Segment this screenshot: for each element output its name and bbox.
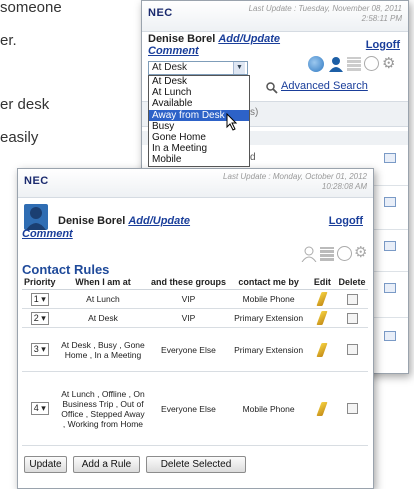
priority-select[interactable]: 4 ▾ bbox=[30, 402, 49, 415]
table-row: 2 ▾ At Desk VIP Primary Extension bbox=[22, 308, 368, 328]
nec-logo: NEC bbox=[24, 175, 49, 187]
delete-checkbox[interactable] bbox=[346, 312, 358, 324]
when-cell: At Lunch , Offline , On Business Trip , … bbox=[57, 371, 149, 446]
contact-cell: Mobile Phone bbox=[228, 289, 309, 309]
add-update-comment-link[interactable]: Add/Update bbox=[218, 33, 280, 45]
priority-select[interactable]: 2 ▾ bbox=[30, 311, 49, 325]
status-option[interactable]: Available bbox=[149, 98, 249, 109]
back-user-header: Denise Borel Add/Update Comment bbox=[148, 33, 280, 57]
logoff-link[interactable]: Logoff bbox=[366, 39, 400, 51]
table-row: 1 ▾ At Lunch VIP Mobile Phone bbox=[22, 289, 368, 309]
last-update-label: Last Update : Monday, October 01, 2012 1… bbox=[223, 172, 367, 192]
user-name: Denise Borel bbox=[58, 215, 126, 227]
priority-select[interactable]: 3 ▾ bbox=[30, 343, 49, 356]
add-rule-button[interactable]: Add a Rule bbox=[73, 456, 140, 473]
pencil-icon[interactable] bbox=[316, 311, 328, 325]
partial-label: s) bbox=[250, 107, 259, 118]
front-window: NEC Last Update : Monday, October 01, 20… bbox=[17, 168, 374, 489]
contact-rules-table: Priority When I am at and these groups c… bbox=[22, 275, 368, 446]
refresh-icon[interactable] bbox=[308, 56, 324, 72]
table-row: 3 ▾ At Desk , Busy , Gone Home , In a Me… bbox=[22, 327, 368, 372]
contact-card-icon[interactable] bbox=[384, 283, 396, 293]
comment-link[interactable]: Comment bbox=[148, 45, 199, 57]
delete-checkbox[interactable] bbox=[346, 344, 358, 355]
priority-value: 1 bbox=[33, 293, 39, 304]
column-header-contact: contact me by bbox=[228, 275, 309, 290]
when-cell: At Desk , Busy , Gone Home , In a Meetin… bbox=[57, 327, 149, 372]
update-button[interactable]: Update bbox=[24, 456, 67, 473]
status-option[interactable]: In a Meeting bbox=[149, 143, 249, 154]
last-update-time: 10:28:08 AM bbox=[321, 182, 367, 191]
avatar bbox=[24, 204, 48, 230]
groups-cell: VIP bbox=[148, 308, 229, 328]
logoff-link[interactable]: Logoff bbox=[329, 215, 363, 227]
search-icon[interactable] bbox=[266, 81, 278, 94]
status-option[interactable]: Mobile bbox=[149, 154, 249, 165]
when-cell: At Desk bbox=[57, 308, 149, 328]
status-select-value: At Desk bbox=[152, 62, 188, 73]
gear-icon[interactable]: ⚙ bbox=[354, 245, 369, 260]
user-icon[interactable] bbox=[328, 56, 344, 72]
last-update-label: Last Update : Tuesday, November 08, 2011… bbox=[249, 4, 402, 24]
last-update-date: Last Update : Monday, October 01, 2012 bbox=[223, 172, 367, 181]
last-update-time: 2:58:11 PM bbox=[361, 14, 402, 23]
groups-cell: VIP bbox=[148, 289, 229, 309]
status-option[interactable]: At Desk bbox=[149, 76, 249, 87]
column-header-priority: Priority bbox=[22, 275, 58, 290]
groups-cell: Everyone Else bbox=[148, 371, 229, 446]
contact-card-icon[interactable] bbox=[384, 331, 396, 341]
priority-select[interactable]: 1 ▾ bbox=[30, 292, 49, 306]
last-update-date: Last Update : Tuesday, November 08, 2011 bbox=[248, 4, 402, 13]
nec-logo: NEC bbox=[148, 7, 173, 19]
user-icon[interactable] bbox=[301, 246, 317, 263]
background-text-3: er desk bbox=[0, 96, 50, 113]
contact-cell: Primary Extension bbox=[228, 308, 309, 328]
column-header-groups: and these groups bbox=[148, 275, 229, 290]
background-text-1: someone bbox=[0, 0, 62, 16]
background-text-4: easily bbox=[0, 129, 39, 146]
add-update-link[interactable]: Add/Update bbox=[128, 215, 190, 227]
delete-checkbox[interactable] bbox=[346, 293, 358, 305]
pencil-icon[interactable] bbox=[316, 292, 328, 306]
advanced-search-link[interactable]: Advanced Search bbox=[281, 80, 368, 92]
table-row: 4 ▾ At Lunch , Offline , On Business Tri… bbox=[22, 371, 368, 446]
groups-cell: Everyone Else bbox=[148, 327, 229, 372]
contact-card-icon[interactable] bbox=[384, 197, 396, 207]
column-header-delete: Delete bbox=[336, 275, 368, 290]
delete-selected-button[interactable]: Delete Selected bbox=[146, 456, 246, 473]
contact-cell: Mobile Phone bbox=[228, 371, 309, 446]
clock-icon[interactable] bbox=[337, 246, 352, 261]
contact-card-icon[interactable] bbox=[384, 153, 396, 163]
pencil-icon[interactable] bbox=[316, 401, 328, 416]
user-name: Denise Borel bbox=[148, 33, 216, 45]
contact-card-icon[interactable] bbox=[384, 241, 396, 251]
status-option[interactable]: At Lunch bbox=[149, 87, 249, 98]
clock-icon[interactable] bbox=[364, 56, 379, 71]
status-option[interactable]: Gone Home bbox=[149, 132, 249, 143]
gear-icon[interactable]: ⚙ bbox=[382, 56, 397, 71]
priority-value: 4 bbox=[33, 403, 39, 413]
grid-icon[interactable] bbox=[320, 247, 334, 261]
chevron-down-icon: ▼ bbox=[233, 62, 245, 74]
priority-value: 2 bbox=[33, 312, 39, 323]
partial-text: d bbox=[250, 152, 256, 163]
priority-value: 3 bbox=[33, 344, 39, 354]
delete-checkbox[interactable] bbox=[346, 403, 358, 414]
table-header-row: Priority When I am at and these groups c… bbox=[22, 275, 368, 290]
status-select[interactable]: At Desk ▼ bbox=[148, 61, 248, 75]
contact-cell: Primary Extension bbox=[228, 327, 309, 372]
front-user-header: Denise Borel Add/Update bbox=[58, 215, 190, 227]
column-header-when: When I am at bbox=[57, 275, 149, 290]
pencil-icon[interactable] bbox=[316, 342, 328, 357]
column-header-edit: Edit bbox=[308, 275, 337, 290]
grid-icon[interactable] bbox=[347, 57, 361, 71]
when-cell: At Lunch bbox=[57, 289, 149, 309]
background-text-2: er. bbox=[0, 32, 17, 49]
comment-link[interactable]: Comment bbox=[22, 228, 73, 240]
mouse-cursor-icon bbox=[226, 112, 238, 131]
